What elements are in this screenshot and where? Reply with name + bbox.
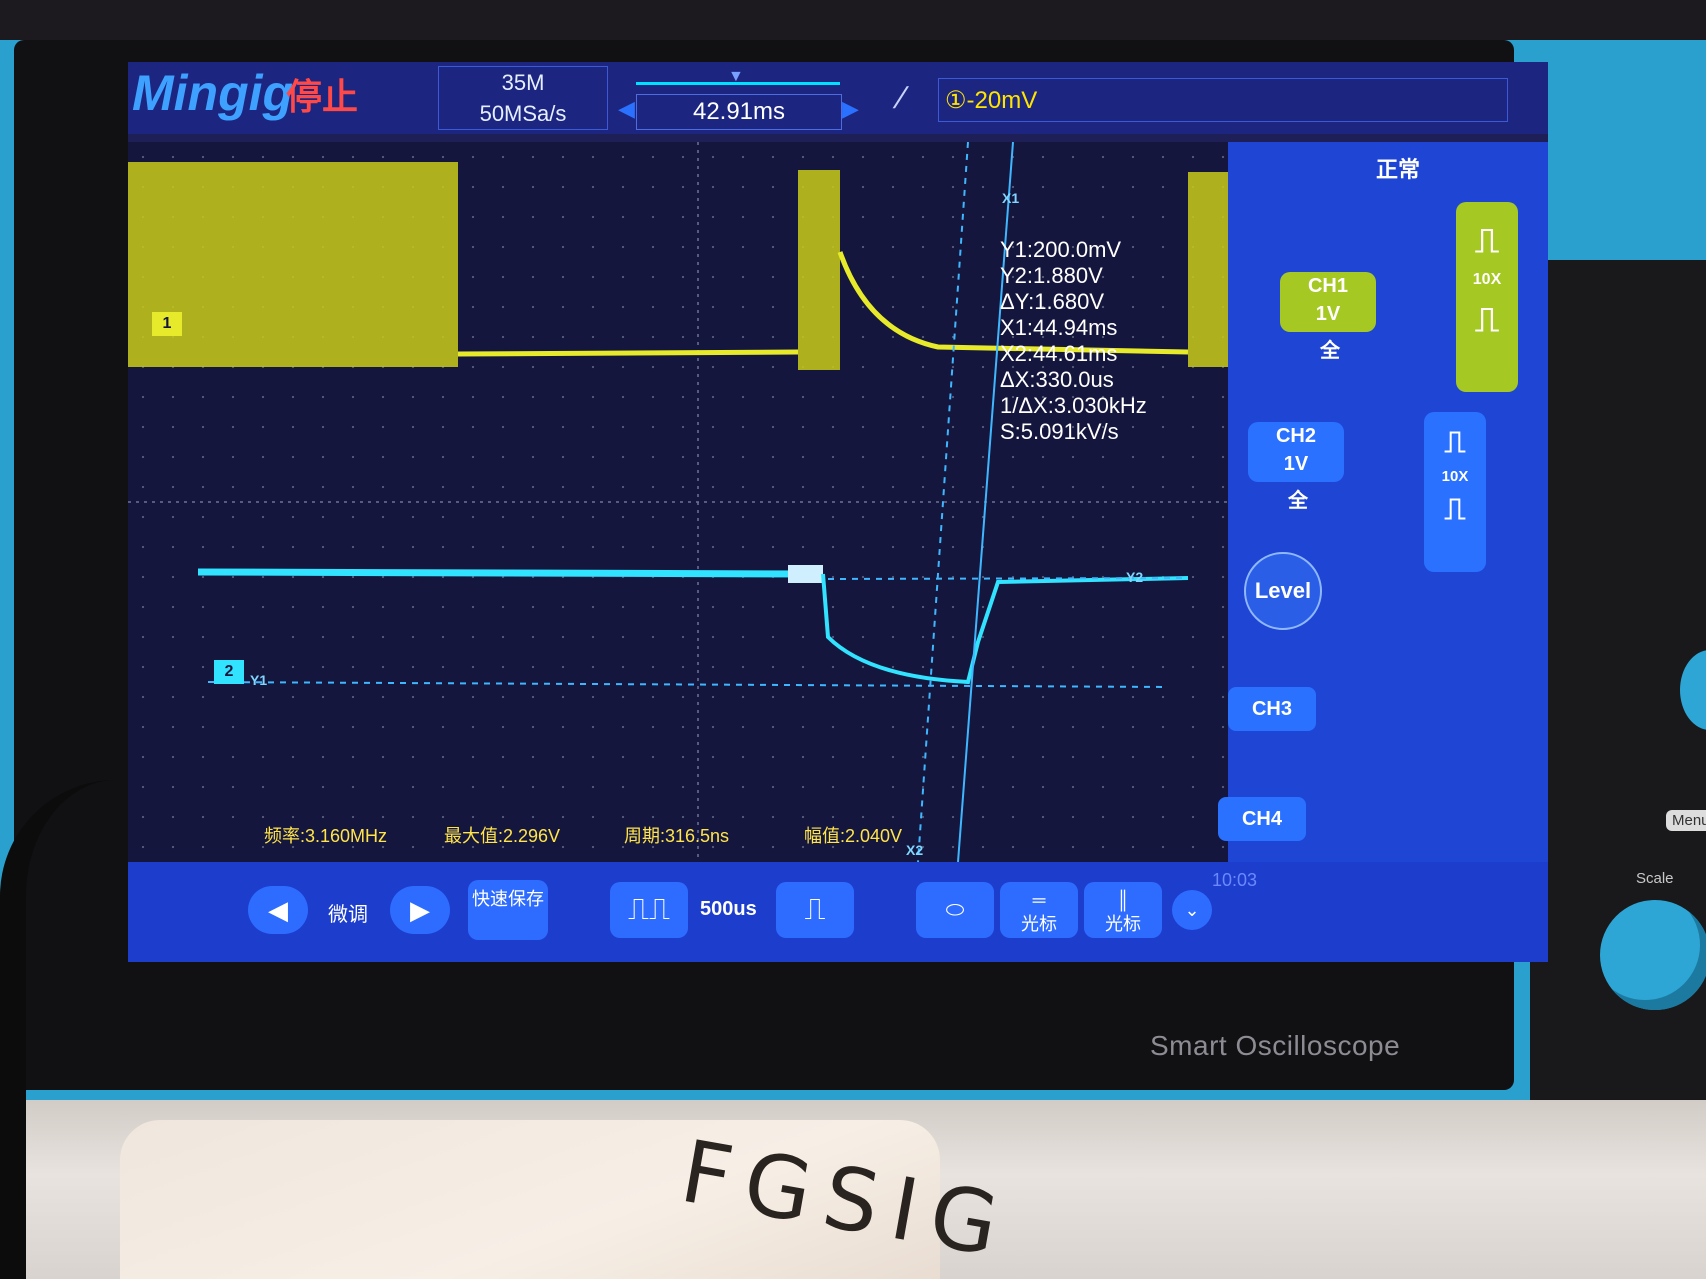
measure-frequency[interactable]: 频率:3.160MHz	[264, 822, 387, 848]
readout-y2: Y2:1.880V	[1000, 263, 1103, 288]
measure-period[interactable]: 周期:316.5ns	[624, 822, 729, 848]
ch2-dip	[821, 573, 1189, 685]
fine-right-button[interactable]: ▶	[390, 886, 450, 934]
measure-toggle-button[interactable]: ⬭	[916, 882, 994, 938]
trigger-level-knob[interactable]: Level	[1244, 552, 1322, 630]
ch2-offset-marker[interactable]: 2	[214, 660, 244, 684]
cursor-y1-line	[207, 681, 1169, 688]
ch2-button[interactable]: CH2 1V	[1248, 422, 1344, 482]
fine-left-button[interactable]: ◀	[248, 886, 308, 934]
measure-max[interactable]: 最大值:2.296V	[444, 822, 560, 848]
ch3-button[interactable]: CH3	[1228, 687, 1316, 731]
brand-logo: Mingig	[132, 65, 294, 121]
timebase-decrease-button[interactable]: ⎍⎍	[610, 882, 688, 938]
ch4-button[interactable]: CH4	[1218, 797, 1306, 841]
readout-dx: ΔX:330.0us	[1000, 367, 1114, 392]
cursor-y1-tag[interactable]: Y1	[250, 672, 267, 688]
expand-chevron-icon[interactable]: ⌄	[1172, 890, 1212, 930]
cursor-v-icon: ║	[1116, 890, 1130, 910]
ch1-scale: 1V	[1315, 303, 1341, 325]
readout-y1: Y1:200.0mV	[1000, 237, 1122, 262]
ch1-burst-3	[1188, 172, 1228, 367]
run-state[interactable]: 停止	[286, 68, 358, 120]
readout-slope: S:5.091kV/s	[1000, 419, 1119, 444]
ch1-burst-1	[128, 162, 458, 367]
ch2-probe-panel[interactable]: ⎍ 10X ⎍	[1424, 412, 1486, 572]
ch1-probe-panel[interactable]: ⎍ 10X ⎍	[1456, 202, 1518, 392]
right-arrow-icon: ▶	[842, 96, 859, 121]
clock: 10:03	[1212, 870, 1258, 890]
sample-rate: 50MSa/s	[479, 101, 567, 126]
readout-inv-dx: 1/ΔX:3.030kHz	[1000, 393, 1147, 418]
readout-x2: X2:44.61ms	[1000, 341, 1118, 366]
timebase-increase-button[interactable]: ⎍	[776, 882, 854, 938]
cursor-h-icon: ═	[1032, 890, 1046, 910]
ch2-bandwidth: 全	[1288, 490, 1308, 512]
ch1-edge-icon-bottom: ⎍	[1475, 301, 1499, 339]
ch2-burst	[788, 565, 823, 583]
cursor-h-label: 光标	[1021, 914, 1057, 934]
readout-x1: X1:44.94ms	[1000, 315, 1118, 340]
measure-amplitude[interactable]: 幅值:2.040V	[804, 822, 902, 848]
ch2-scale: 1V	[1283, 453, 1309, 475]
cursor-readout: Y1:200.0mV Y2:1.880V ΔY:1.680V X1:44.94m…	[1000, 237, 1147, 445]
readout-dy: ΔY:1.680V	[1000, 289, 1104, 314]
left-arrow-icon: ◀	[618, 96, 635, 121]
ch1-probe: 10X	[1472, 271, 1502, 288]
ch2-baseline	[197, 568, 819, 578]
channel-side-panel: 正常 CH1 1V 全 ⎍ 10X ⎍ CH2 1V 全 ⎍ 10X ⎍ Lev…	[1218, 142, 1548, 902]
fine-label: 微调	[328, 904, 368, 926]
scale-label: Scale	[1636, 870, 1674, 887]
quick-save-button[interactable]: 快速保存	[468, 880, 548, 940]
memory-depth: 35M	[501, 70, 545, 95]
ch2-edge-icon-bottom: ⎍	[1444, 493, 1466, 526]
ch2-probe: 10X	[1441, 468, 1469, 485]
trigger-edge-icon: /	[890, 82, 911, 115]
cursor-horizontal-button[interactable]: ═ 光标	[1000, 882, 1078, 938]
cursor-x1-tag[interactable]: X1	[1002, 190, 1019, 206]
trigger-position-icon: ▼	[728, 68, 744, 85]
ch2-name: CH2	[1275, 425, 1316, 447]
cursor-x2-tag[interactable]: X2	[906, 842, 923, 858]
ch1-name: CH1	[1307, 275, 1348, 297]
acquisition-box[interactable]: 35M 50MSa/s	[438, 66, 608, 130]
bottom-toolbar: ◀ 微调 ▶ 快速保存 ⎍⎍ 500us ⎍ ⬭ ═ 光标 ║ 光标 ⌄ 10:…	[128, 862, 1548, 962]
brand-line: Smart Oscilloscope	[1150, 1030, 1401, 1061]
waveform-grid[interactable]: X1 X2 Y1 Y2 1 2 Y1:200.0mV Y2:1.880V ΔY:…	[128, 142, 1268, 862]
cursor-y2-tag[interactable]: Y2	[1126, 569, 1143, 585]
scope-screen: Mingig 停止 35M 50MSa/s ▼ ◀ 42.91ms ▶ / ①-…	[128, 62, 1548, 962]
ch1-offset-marker[interactable]: 1	[152, 312, 182, 336]
horizontal-position[interactable]: ▼ ◀ 42.91ms ▶	[618, 66, 859, 130]
top-status-bar: Mingig 停止 35M 50MSa/s ▼ ◀ 42.91ms ▶ / ①-…	[128, 62, 1548, 134]
cursor-vertical-button[interactable]: ║ 光标	[1084, 882, 1162, 938]
menu-button[interactable]: Menu	[1666, 810, 1706, 831]
time-offset: 42.91ms	[636, 94, 842, 130]
ch1-bandwidth: 全	[1320, 340, 1340, 362]
ch1-edge-icon-top: ⎍	[1475, 222, 1499, 260]
ch1-baseline	[457, 349, 799, 357]
black-cable	[0, 780, 116, 1279]
scale-knob[interactable]	[1600, 900, 1706, 1010]
ch2-edge-icon-top: ⎍	[1444, 426, 1466, 459]
trigger-level[interactable]: ①-20mV	[938, 78, 1508, 122]
trigger-mode[interactable]: 正常	[1363, 152, 1433, 184]
timebase-value[interactable]: 500us	[700, 898, 757, 921]
cursor-v-label: 光标	[1105, 914, 1141, 934]
ch1-button[interactable]: CH1 1V	[1280, 272, 1376, 332]
ch1-burst-2	[798, 170, 840, 370]
